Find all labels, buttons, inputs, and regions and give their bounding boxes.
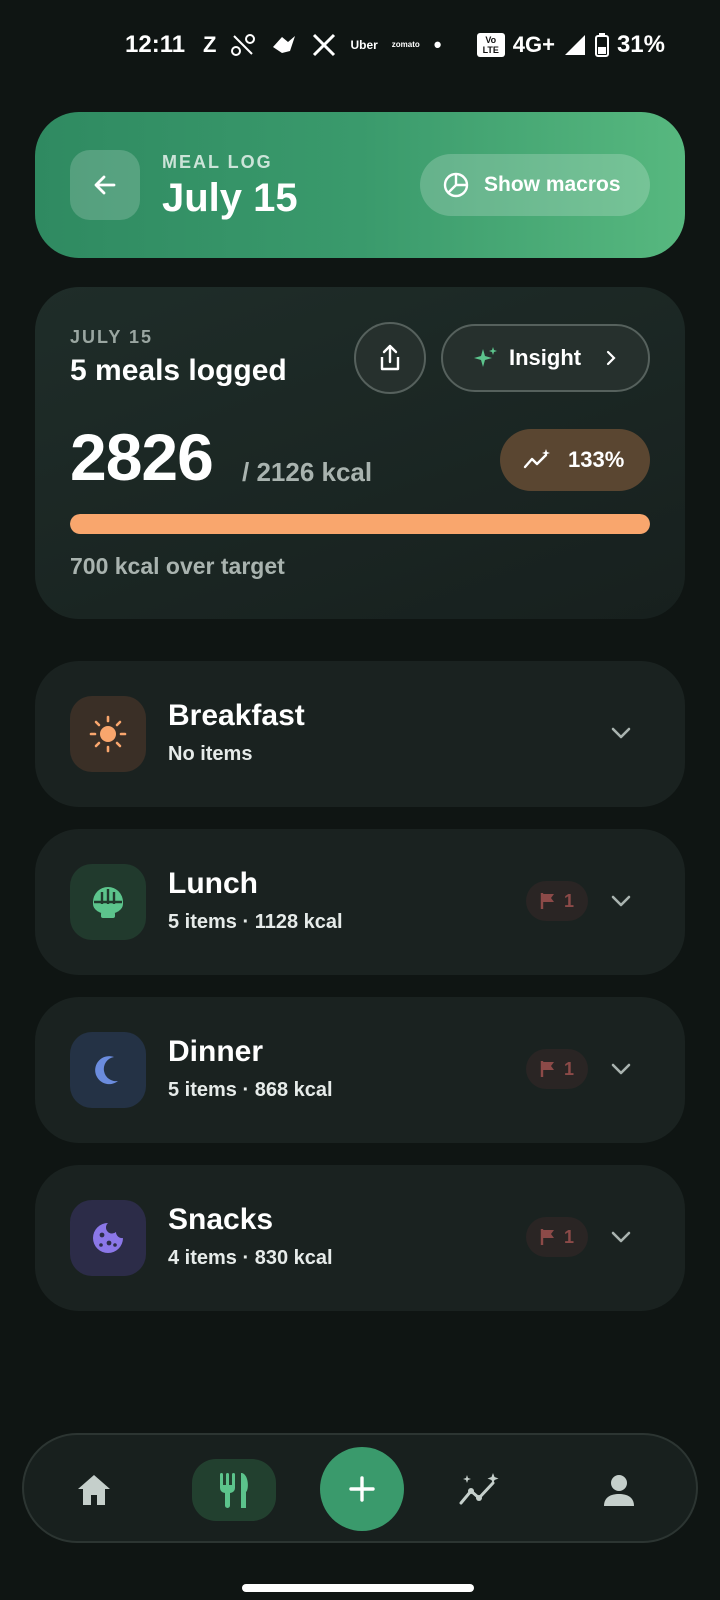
chevron-down-icon[interactable]	[607, 887, 635, 915]
network-type: 4G+	[512, 32, 555, 57]
flag-badge[interactable]: 1	[526, 1217, 588, 1257]
flag-icon	[540, 893, 554, 909]
status-bar: 12:11 Z Uber zomato • Vo LTE 4G+ 31%	[0, 0, 720, 90]
signal-icon	[564, 35, 585, 55]
flag-badge[interactable]: 1	[526, 1049, 588, 1089]
flag-icon	[540, 1229, 554, 1245]
meal-icon-container	[70, 1032, 146, 1108]
status-time: 12:11	[125, 31, 186, 58]
home-icon	[78, 1475, 110, 1505]
scissors-notification-icon	[231, 34, 256, 56]
meal-card-breakfast[interactable]: Breakfast No items	[35, 661, 685, 807]
battery-percent: 31%	[616, 31, 665, 58]
sun-icon	[89, 715, 127, 753]
volte-icon: Vo LTE	[476, 33, 505, 57]
daily-summary-card: JULY 15 5 meals logged Insight 2826 / 21…	[35, 287, 685, 619]
x-notification-icon	[313, 33, 336, 57]
moon-icon	[95, 1056, 118, 1085]
zomato-notification-icon: zomato	[391, 40, 420, 49]
meal-summary: 5 items · 868 kcal	[168, 1079, 333, 1101]
kcal-consumed: 2826	[70, 420, 214, 494]
back-button[interactable]	[70, 150, 140, 220]
chevron-down-icon[interactable]	[607, 1223, 635, 1251]
flag-badge[interactable]: 1	[526, 881, 588, 921]
nav-active-indicator	[192, 1459, 276, 1521]
system-indicators: Vo LTE 4G+ 31%	[476, 31, 665, 59]
meal-card-snacks[interactable]: Snacks 4 items · 830 kcal 1	[35, 1165, 685, 1311]
trend-sparkle-icon	[523, 449, 550, 469]
flag-count: 1	[563, 1226, 574, 1247]
meal-card-dinner[interactable]: Dinner 5 items · 868 kcal 1	[35, 997, 685, 1143]
home-indicator[interactable]	[242, 1584, 474, 1592]
sparkle-icon	[474, 347, 497, 367]
nav-trends[interactable]	[424, 1435, 534, 1545]
chevron-down-icon[interactable]	[607, 1055, 635, 1083]
meal-icon-container	[70, 864, 146, 940]
flag-count: 1	[563, 1058, 574, 1079]
page-title: July 15	[162, 176, 298, 220]
bowl-icon	[93, 887, 123, 918]
trends-icon	[459, 1473, 499, 1505]
share-button[interactable]	[354, 322, 426, 394]
bottom-navigation	[22, 1433, 698, 1543]
meal-summary: No items	[168, 743, 253, 765]
cookie-icon	[93, 1223, 123, 1253]
calorie-progress-bar	[70, 514, 650, 534]
chevron-right-icon	[607, 350, 616, 366]
app-notification-icon	[273, 36, 296, 53]
share-icon	[380, 344, 400, 371]
header-card: MEAL LOG July 15 Show macros	[35, 112, 685, 258]
percent-value: 133%	[568, 447, 625, 472]
nav-meals[interactable]	[164, 1435, 304, 1545]
header-kicker: MEAL LOG	[162, 152, 273, 172]
battery-icon	[594, 33, 609, 57]
meals-logged-count: 5 meals logged	[70, 354, 287, 387]
meal-name: Lunch	[168, 867, 258, 900]
meal-summary: 5 items · 1128 kcal	[168, 911, 343, 933]
pie-chart-icon	[443, 172, 469, 198]
meal-summary: 4 items · 830 kcal	[168, 1247, 333, 1269]
profile-icon	[604, 1475, 634, 1506]
show-macros-label: Show macros	[484, 173, 621, 196]
meal-name: Snacks	[168, 1203, 274, 1236]
add-meal-button[interactable]	[320, 1447, 404, 1531]
add-icon	[349, 1476, 375, 1502]
insight-label: Insight	[509, 345, 582, 370]
meal-name: Dinner	[168, 1035, 264, 1068]
fork-knife-icon	[220, 1473, 248, 1508]
meal-card-lunch[interactable]: Lunch 5 items · 1128 kcal 1	[35, 829, 685, 975]
insight-button[interactable]: Insight	[441, 324, 650, 392]
arrow-left-icon	[94, 175, 116, 195]
meal-icon-container	[70, 1200, 146, 1276]
more-notifications-dot: •	[433, 32, 442, 57]
nav-home[interactable]	[44, 1435, 144, 1545]
percent-of-target-badge: 133%	[500, 429, 650, 491]
over-target-text: 700 kcal over target	[70, 553, 285, 579]
summary-date: JULY 15	[70, 327, 154, 347]
nav-profile[interactable]	[564, 1435, 674, 1545]
meal-log-screen: 12:11 Z Uber zomato • Vo LTE 4G+ 31% MEA…	[0, 0, 720, 1600]
notification-icons: Z Uber zomato •	[203, 30, 442, 60]
kcal-target: / 2126 kcal	[242, 457, 373, 487]
meal-icon-container	[70, 696, 146, 772]
show-macros-button[interactable]: Show macros	[420, 154, 650, 216]
flag-icon	[540, 1061, 554, 1077]
uber-notification-icon: Uber	[350, 38, 378, 52]
flag-count: 1	[563, 890, 574, 911]
meal-name: Breakfast	[168, 699, 305, 732]
calorie-progress-fill	[70, 514, 650, 534]
z-notification-icon: Z	[203, 32, 217, 57]
chevron-down-icon[interactable]	[607, 719, 635, 747]
